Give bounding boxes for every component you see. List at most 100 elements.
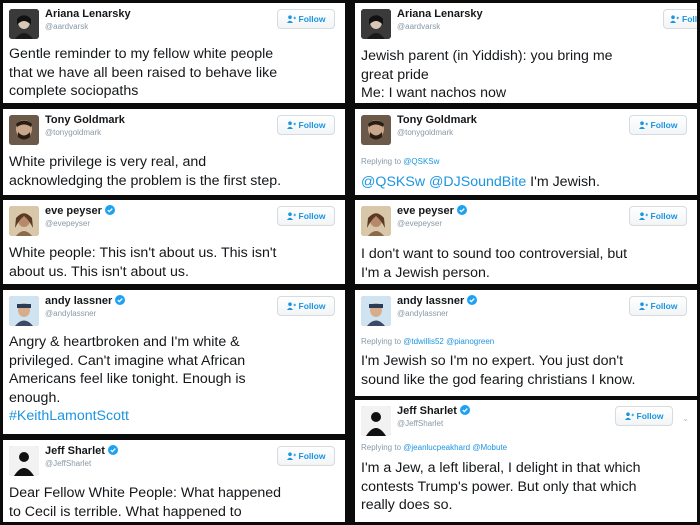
tweet-card: Jeff Sharlet @JeffSharlet Follow Dear Fe… [3, 440, 345, 522]
tweet-card: Tony Goldmark @tonygoldmark Follow White… [3, 109, 345, 195]
display-name[interactable]: Tony Goldmark [45, 114, 125, 126]
user-handle[interactable]: @andylassner [397, 309, 448, 318]
hashtag-link[interactable]: #KeithLamontScott [9, 407, 337, 426]
avatar[interactable] [361, 206, 391, 236]
avatar-eve-icon [9, 206, 39, 236]
user-handle[interactable]: @tonygoldmark [397, 128, 453, 137]
follow-button[interactable]: Follow [629, 115, 687, 135]
tweet-card: eve peyser @evepeyser Follow White peopl… [3, 200, 345, 284]
reply-prefix: Replying to [361, 443, 402, 452]
reply-context: Replying to @tdwillis52 @pianogreen [361, 337, 494, 346]
verified-badge-icon [467, 295, 478, 305]
user-handle[interactable]: @andylassner [45, 309, 96, 318]
verified-badge-icon [115, 295, 126, 305]
user-handle[interactable]: @aardvarsk [397, 22, 440, 31]
add-person-icon [638, 302, 648, 310]
avatar[interactable] [361, 406, 391, 436]
follow-label: Follow [298, 301, 326, 311]
add-person-icon [638, 212, 648, 220]
follow-button[interactable]: Follow [629, 296, 687, 316]
tweet-card: Jeff Sharlet @JeffSharlet Follow ⌄ Reply… [355, 400, 697, 522]
reply-context: Replying to @QSKSw [361, 157, 439, 166]
display-name[interactable]: Ariana Lenarsky [45, 8, 131, 20]
add-person-icon [638, 121, 648, 129]
follow-label: Follow [650, 211, 678, 221]
add-person-icon [286, 121, 296, 129]
display-name[interactable]: eve peyser [397, 205, 467, 217]
display-name[interactable]: Jeff Sharlet [397, 405, 470, 417]
tweet-text: I'm a Jew, a left liberal, I delight in … [361, 460, 641, 513]
follow-button[interactable]: Follow [629, 206, 687, 226]
avatar-tony-icon [361, 115, 391, 145]
follow-button[interactable]: Follow [277, 206, 335, 226]
more-dot-icon[interactable]: ⌄ [682, 414, 689, 423]
avatar[interactable] [9, 206, 39, 236]
display-name-text: eve peyser [397, 205, 454, 217]
follow-label: Follow [298, 211, 326, 221]
verified-badge-icon [456, 205, 467, 215]
avatar[interactable] [361, 296, 391, 326]
user-handle[interactable]: @aardvarsk [45, 22, 88, 31]
follow-button[interactable]: Follow [277, 446, 335, 466]
avatar[interactable] [9, 9, 39, 39]
add-person-icon [286, 15, 296, 23]
verified-badge-icon [104, 205, 115, 215]
user-handle[interactable]: @JeffSharlet [397, 419, 443, 428]
display-name-text: andy lassner [45, 295, 113, 307]
follow-button[interactable]: Follow [615, 406, 673, 426]
avatar[interactable] [361, 115, 391, 145]
tweet-text: I'm Jewish so I'm no expert. You just do… [361, 353, 636, 388]
follow-button[interactable]: Follow [277, 9, 335, 29]
follow-button[interactable]: Follow [277, 115, 335, 135]
display-name-text: Jeff Sharlet [397, 405, 457, 417]
verified-badge-icon [459, 405, 470, 415]
user-handle[interactable]: @evepeyser [45, 219, 90, 228]
follow-label: Follow [650, 120, 678, 130]
avatar-andy-icon [361, 296, 391, 326]
tweet-text: White people: This isn't about us. This … [9, 245, 277, 280]
follow-label: Follow [298, 451, 326, 461]
avatar[interactable] [9, 296, 39, 326]
tweet-text: Angry & heartbroken and I'm white & priv… [9, 334, 246, 406]
avatar-tony-icon [9, 115, 39, 145]
tweet-text: @QSKSw @DJSoundBite I'm Jewish. [361, 173, 689, 192]
display-name[interactable]: eve peyser [45, 205, 115, 217]
follow-label: Follow [650, 301, 678, 311]
avatar-jeff-icon [9, 446, 39, 476]
follow-label: Follow [636, 411, 664, 421]
reply-to-link[interactable]: @QSKSw [403, 157, 439, 166]
display-name-text: eve peyser [45, 205, 102, 217]
tweet-card: eve peyser @evepeyser Follow I don't wan… [355, 200, 697, 284]
display-name[interactable]: Ariana Lenarsky [397, 8, 483, 20]
user-handle[interactable]: @JeffSharlet [45, 459, 91, 468]
user-handle[interactable]: @tonygoldmark [45, 128, 101, 137]
avatar-eve-icon [361, 206, 391, 236]
reply-prefix: Replying to [361, 337, 402, 346]
avatar-andy-icon [9, 296, 39, 326]
follow-label: Follow [298, 14, 326, 24]
avatar[interactable] [361, 9, 391, 39]
tweet-text: Gentle reminder to my fellow white peopl… [9, 46, 278, 99]
reply-to-link[interactable]: @tdwillis52 @pianogreen [403, 337, 494, 346]
mention-links[interactable]: @QSKSw @DJSoundBite [361, 174, 526, 190]
tweet-card: Ariana Lenarsky @aardvarsk Follow Gentle… [3, 3, 345, 103]
follow-button[interactable]: Follo [663, 9, 697, 29]
tweet-text: White privilege is very real, and acknow… [9, 154, 282, 189]
display-name[interactable]: andy lassner [45, 295, 126, 307]
tweet-card: Tony Goldmark @tonygoldmark Follow Reply… [355, 109, 697, 195]
display-name[interactable]: Jeff Sharlet [45, 445, 118, 457]
tweet-text: Dear Fellow White People: What happened … [9, 485, 282, 520]
avatar[interactable] [9, 115, 39, 145]
avatar[interactable] [9, 446, 39, 476]
display-name[interactable]: Tony Goldmark [397, 114, 477, 126]
avatar-ariana-icon [361, 9, 391, 39]
tweet-card: andy lassner @andylassner Follow Angry &… [3, 290, 345, 434]
follow-button[interactable]: Follow [277, 296, 335, 316]
avatar-jeff-icon [361, 406, 391, 436]
reply-context: Replying to @jeanlucpeakhard @Mobute [361, 443, 507, 452]
display-name[interactable]: andy lassner [397, 295, 478, 307]
user-handle[interactable]: @evepeyser [397, 219, 442, 228]
follow-label: Follow [298, 120, 326, 130]
reply-to-link[interactable]: @jeanlucpeakhard @Mobute [403, 443, 507, 452]
display-name-text: andy lassner [397, 295, 465, 307]
